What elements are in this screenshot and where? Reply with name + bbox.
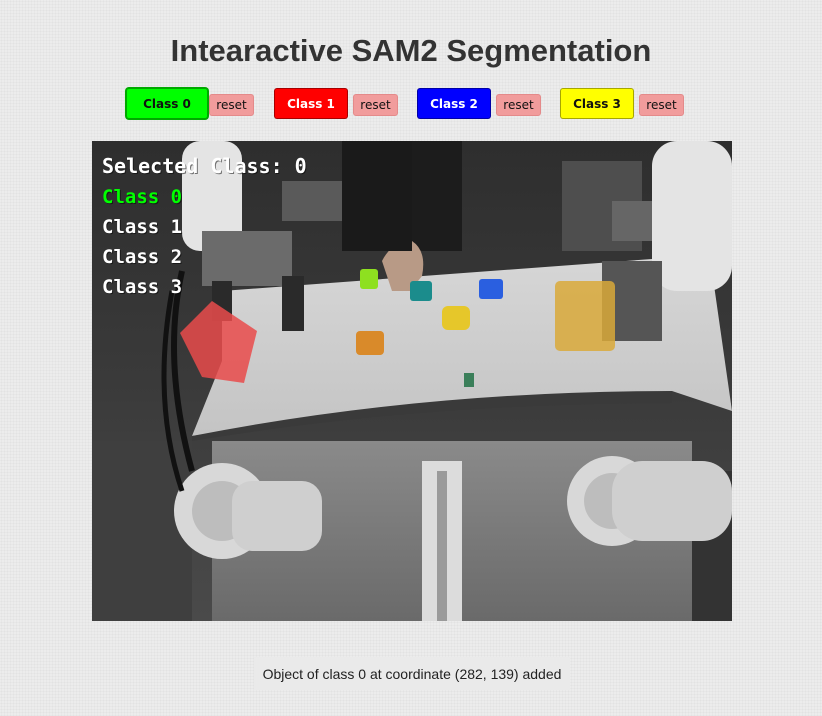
page-title: Intearactive SAM2 Segmentation [170,33,652,68]
class-0-button[interactable]: Class 0 [126,88,208,119]
class-1-reset-button[interactable]: reset [353,94,398,116]
class-2-reset-button[interactable]: reset [496,94,541,116]
overlay-class-3: Class 3 [102,276,183,298]
class-overlay: Selected Class: 0 Class 0 Class 1 Class … [102,151,307,302]
class-3-reset-button[interactable]: reset [639,94,684,116]
class-2-button[interactable]: Class 2 [417,88,491,119]
class-3-button[interactable]: Class 3 [560,88,634,119]
overlay-class-1: Class 1 [102,216,183,238]
segmentation-canvas[interactable]: Selected Class: 0 Class 0 Class 1 Class … [92,141,732,621]
class-toolbar: Class 0 reset Class 1 reset Class 2 rese… [0,88,822,122]
overlay-class-0: Class 0 [102,186,183,208]
class-1-button[interactable]: Class 1 [274,88,348,119]
class-0-reset-button[interactable]: reset [209,94,254,116]
status-message: Object of class 0 at coordinate (282, 13… [254,657,570,690]
selected-class-text: Selected Class: 0 [102,154,307,178]
overlay-class-2: Class 2 [102,246,183,268]
